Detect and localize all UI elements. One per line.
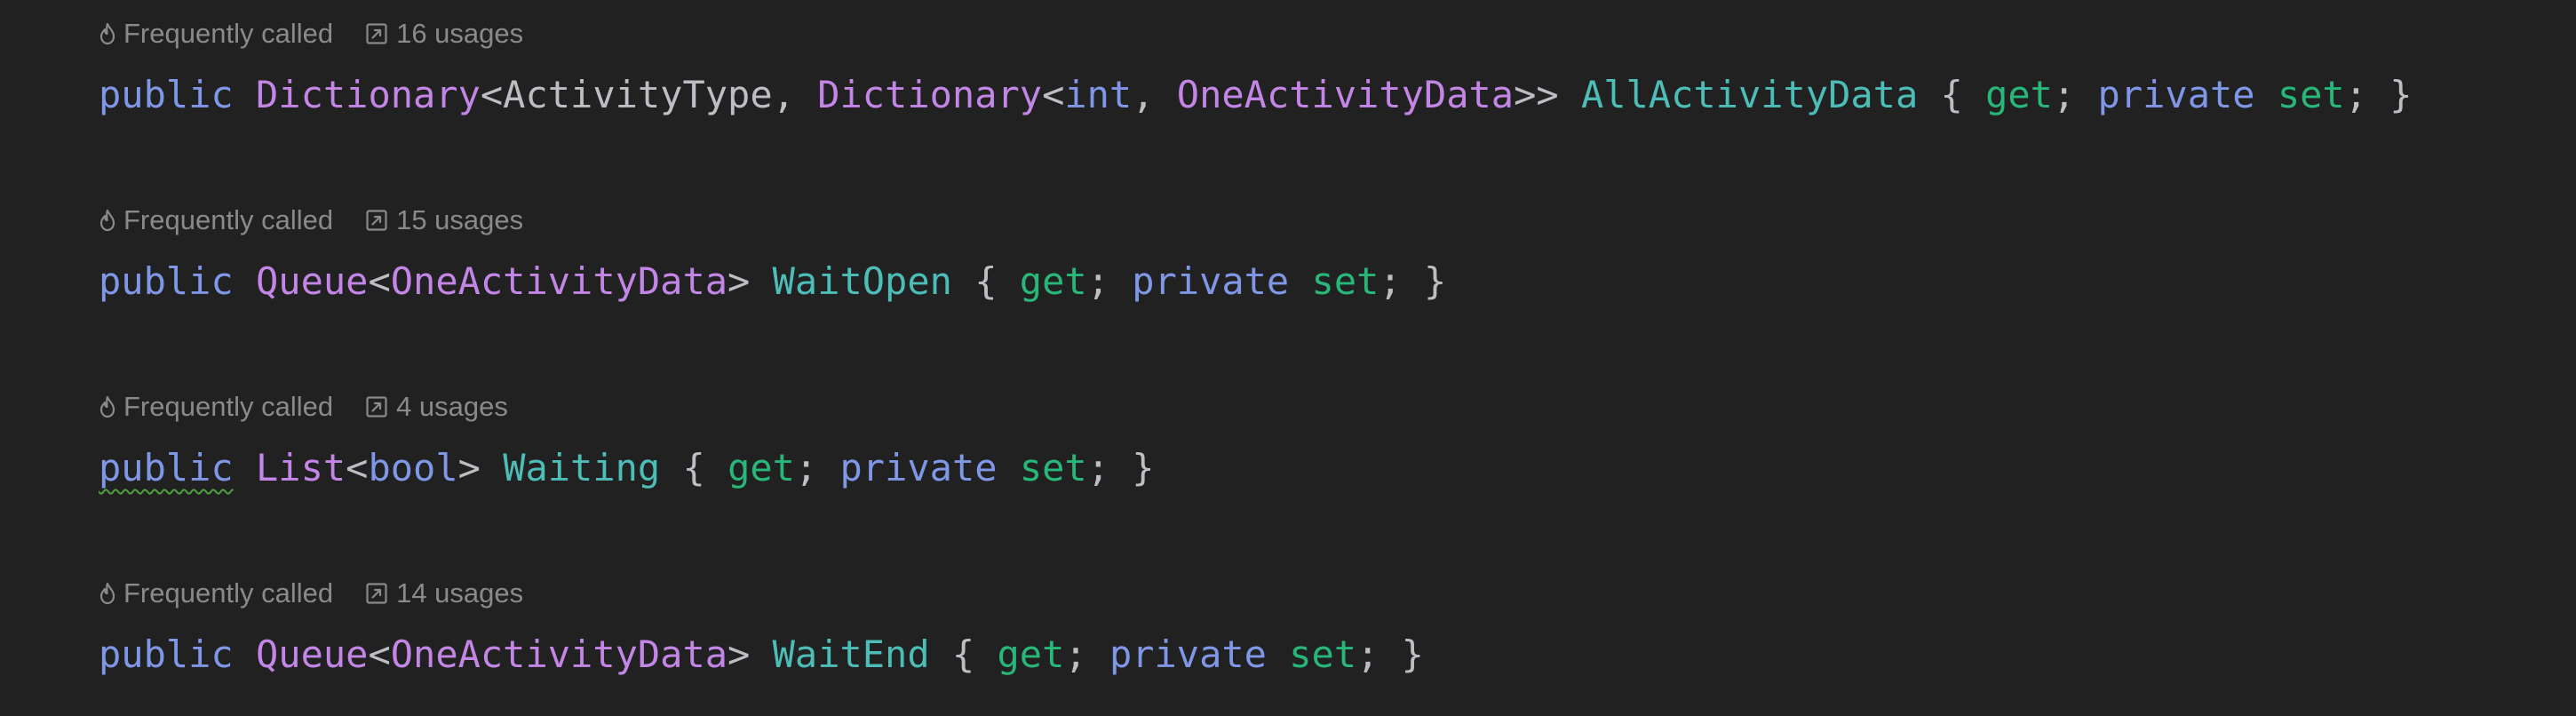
- flame-icon: [99, 582, 115, 605]
- code-line[interactable]: public Queue<OneActivityData> WaitOpen {…: [99, 259, 1446, 304]
- code-token-punc: ;: [794, 446, 840, 489]
- declaration-block: Frequently called 14 usages public Queue…: [99, 575, 1424, 677]
- usages-hint[interactable]: 14 usages: [365, 577, 523, 609]
- code-token-punc: [234, 259, 256, 303]
- code-vision-hint: Frequently called 15 usages: [99, 202, 1446, 239]
- code-line[interactable]: public Queue<OneActivityData> WaitEnd { …: [99, 632, 1424, 677]
- frequency-label: Frequently called: [123, 391, 334, 422]
- declaration-block: Frequently called 15 usages public Queue…: [99, 202, 1446, 304]
- code-token-type: Dictionary: [256, 73, 481, 116]
- code-token-punc: >>: [1514, 73, 1581, 116]
- code-token-kw: private: [1109, 632, 1267, 676]
- code-token-acc: set: [2277, 73, 2345, 116]
- frequency-label: Frequently called: [123, 204, 334, 235]
- code-token-punc: {: [929, 632, 998, 676]
- frequency-hint[interactable]: Frequently called: [99, 18, 333, 50]
- code-token-punc: ;: [1086, 259, 1133, 303]
- code-token-punc: ;: [1064, 632, 1109, 676]
- code-token-punc: >: [727, 632, 773, 676]
- code-token-punc: >: [457, 446, 504, 489]
- code-vision-hint: Frequently called 16 usages: [99, 15, 2413, 52]
- external-link-icon: [366, 23, 387, 44]
- code-token-punc: [234, 632, 256, 676]
- external-link-icon: [366, 583, 387, 604]
- code-token-acc: set: [1289, 632, 1357, 676]
- code-token-kw: private: [2097, 73, 2255, 116]
- frequency-label: Frequently called: [123, 577, 334, 609]
- code-token-punc: [998, 446, 1020, 489]
- external-link-icon: [366, 396, 387, 418]
- usages-label: 15 usages: [396, 204, 524, 235]
- usages-hint[interactable]: 16 usages: [365, 18, 523, 50]
- code-editor[interactable]: Frequently called 16 usages public Dicti…: [0, 0, 2576, 716]
- code-token-punc: [2255, 73, 2278, 116]
- code-token-punc: [1267, 632, 1289, 676]
- code-token-kw: private: [1132, 259, 1290, 303]
- code-token-type: Queue: [256, 632, 369, 676]
- code-token-kw: public: [99, 73, 234, 116]
- code-token-acc: get: [727, 446, 795, 489]
- code-token-punc: <ActivityType,: [480, 73, 818, 116]
- flame-icon: [99, 209, 115, 232]
- code-token-punc: >: [727, 259, 773, 303]
- code-token-type: Queue: [256, 259, 369, 303]
- code-token-punc: ;: [2052, 73, 2098, 116]
- external-link-icon: [366, 210, 387, 231]
- code-vision-hint: Frequently called 4 usages: [99, 388, 1155, 426]
- usages-label: 14 usages: [396, 577, 524, 609]
- code-token-punc: <: [1042, 73, 1065, 116]
- code-line[interactable]: public List<bool> Waiting { get; private…: [99, 446, 1155, 490]
- code-token-punc: ,: [1132, 73, 1177, 116]
- code-token-type: OneActivityData: [1176, 73, 1515, 116]
- code-token-punc: ; }: [1356, 632, 1424, 676]
- code-token-punc: ; }: [1086, 446, 1155, 489]
- code-token-prop: WaitEnd: [772, 632, 930, 676]
- frequency-hint[interactable]: Frequently called: [99, 577, 333, 609]
- code-token-prop: WaitOpen: [772, 259, 952, 303]
- code-token-type: OneActivityData: [390, 259, 728, 303]
- usages-hint[interactable]: 15 usages: [365, 204, 523, 236]
- frequency-hint[interactable]: Frequently called: [99, 204, 333, 236]
- code-token-punc: [1289, 259, 1311, 303]
- code-token-kw: public: [99, 446, 234, 489]
- code-token-kw: public: [99, 632, 234, 676]
- declaration-block: Frequently called 16 usages public Dicti…: [99, 15, 2413, 117]
- code-token-kw: public: [99, 259, 234, 303]
- code-token-punc: ; }: [2344, 73, 2413, 116]
- code-token-acc: get: [1985, 73, 2053, 116]
- code-token-acc: get: [1019, 259, 1087, 303]
- code-vision-hint: Frequently called 14 usages: [99, 575, 1424, 612]
- code-token-punc: {: [951, 259, 1020, 303]
- code-token-kw: private: [839, 446, 998, 489]
- code-token-prop: Waiting: [503, 446, 661, 489]
- code-token-prop: AllActivityData: [1580, 73, 1919, 116]
- code-token-punc: <: [368, 259, 391, 303]
- code-token-punc: [234, 73, 256, 116]
- code-token-kw: int: [1064, 73, 1133, 116]
- frequency-label: Frequently called: [123, 18, 334, 49]
- code-token-punc: {: [1918, 73, 1986, 116]
- code-token-kw: bool: [368, 446, 458, 489]
- frequency-hint[interactable]: Frequently called: [99, 391, 333, 423]
- code-token-type: List: [256, 446, 346, 489]
- declaration-block: Frequently called 4 usages public List<b…: [99, 388, 1155, 490]
- usages-label: 16 usages: [396, 18, 524, 49]
- code-token-acc: set: [1311, 259, 1379, 303]
- code-token-punc: <: [346, 446, 369, 489]
- code-token-type: OneActivityData: [390, 632, 728, 676]
- code-token-punc: <: [368, 632, 391, 676]
- code-token-punc: ; }: [1379, 259, 1447, 303]
- code-token-acc: get: [997, 632, 1065, 676]
- usages-hint[interactable]: 4 usages: [365, 391, 508, 423]
- flame-icon: [99, 22, 115, 45]
- code-token-type: Dictionary: [817, 73, 1043, 116]
- usages-label: 4 usages: [396, 391, 508, 422]
- flame-icon: [99, 395, 115, 418]
- code-token-punc: {: [660, 446, 728, 489]
- code-token-punc: [234, 446, 256, 489]
- code-token-acc: set: [1019, 446, 1087, 489]
- code-line[interactable]: public Dictionary<ActivityType, Dictiona…: [99, 73, 2413, 117]
